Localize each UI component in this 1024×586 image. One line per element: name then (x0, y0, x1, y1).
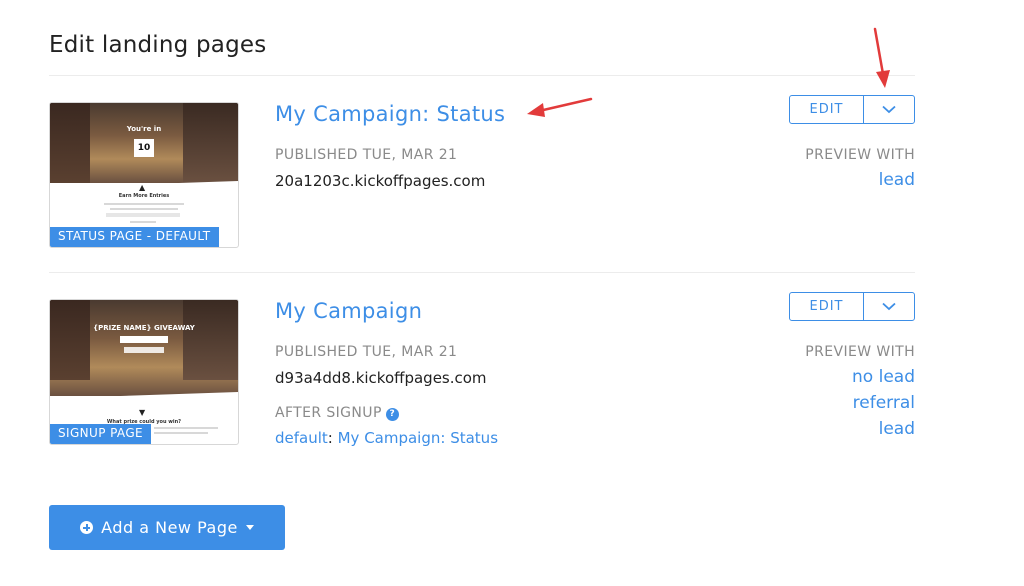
thumbnail-hero-text: {PRIZE NAME} GIVEAWAY (93, 324, 195, 332)
page-domain: d93a4dd8.kickoffpages.com (275, 369, 487, 387)
edit-button-group: EDIT (789, 95, 915, 124)
preview-with-label: PREVIEW WITH (805, 147, 915, 163)
question-circle-icon[interactable]: ? (385, 408, 399, 421)
after-signup-separator: : (327, 429, 338, 447)
chevron-down-icon (882, 302, 896, 311)
thumbnail-text-line (104, 203, 184, 205)
published-date: PUBLISHED TUE, MAR 21 (275, 147, 458, 163)
thumbnail-hero-text: You're in (126, 125, 162, 133)
preview-with-label: PREVIEW WITH (805, 344, 915, 360)
divider (49, 75, 915, 76)
campaign-title-link[interactable]: My Campaign: Status (275, 102, 505, 126)
chevron-down-icon (882, 105, 896, 114)
edit-button[interactable]: EDIT (790, 96, 864, 123)
divider (49, 272, 915, 273)
preview-link-lead[interactable]: lead (879, 170, 915, 190)
preview-link-no-lead[interactable]: no lead (852, 367, 915, 387)
page-title: Edit landing pages (49, 32, 267, 58)
annotation-arrow-icon (873, 27, 890, 88)
trophy-icon: ▼ (139, 408, 146, 417)
page-type-badge: SIGNUP PAGE (50, 424, 152, 444)
after-signup-key-link[interactable]: default (275, 429, 328, 447)
megaphone-icon: ▲ (139, 183, 146, 192)
thumbnail-text-line (110, 208, 178, 210)
page-type-badge: STATUS PAGE - DEFAULT (50, 227, 219, 247)
edit-dropdown-toggle[interactable] (864, 96, 914, 123)
thumbnail-signup-field (120, 336, 168, 343)
published-date: PUBLISHED TUE, MAR 21 (275, 344, 458, 360)
after-signup-target-link[interactable]: My Campaign: Status (338, 429, 498, 447)
thumbnail-text-line (130, 221, 156, 223)
thumbnail-input-line (106, 213, 180, 217)
caret-down-icon (245, 525, 254, 530)
edit-button-group: EDIT (789, 292, 915, 321)
after-signup-label: AFTER SIGNUP? (275, 405, 399, 421)
thumbnail-count: 10 (134, 139, 154, 157)
page-domain: 20a1203c.kickoffpages.com (275, 172, 486, 190)
page-thumbnail[interactable]: You're in 10 ▲ Earn More Entries STATUS … (49, 102, 239, 248)
preview-link-lead[interactable]: lead (879, 419, 915, 439)
after-signup-redirect: default: My Campaign: Status (275, 429, 498, 447)
thumbnail-text-line (154, 432, 208, 434)
add-new-page-label: Add a New Page (101, 518, 238, 537)
plus-circle-icon (80, 521, 94, 534)
add-new-page-button[interactable]: Add a New Page (49, 505, 285, 550)
thumbnail-signup-button (124, 347, 164, 353)
campaign-title-link[interactable]: My Campaign (275, 299, 422, 323)
annotation-arrow-icon (527, 97, 593, 117)
edit-button[interactable]: EDIT (790, 293, 864, 320)
thumbnail-text-line (154, 427, 218, 429)
edit-dropdown-toggle[interactable] (864, 293, 914, 320)
thumbnail-section-heading: Earn More Entries (118, 193, 170, 199)
landing-page-card-status: You're in 10 ▲ Earn More Entries STATUS … (49, 95, 915, 252)
preview-link-referral[interactable]: referral (853, 393, 915, 413)
after-signup-label-text: AFTER SIGNUP (275, 405, 382, 421)
landing-page-card-signup: {PRIZE NAME} GIVEAWAY ▼ What prize could… (49, 292, 915, 449)
page-thumbnail[interactable]: {PRIZE NAME} GIVEAWAY ▼ What prize could… (49, 299, 239, 445)
